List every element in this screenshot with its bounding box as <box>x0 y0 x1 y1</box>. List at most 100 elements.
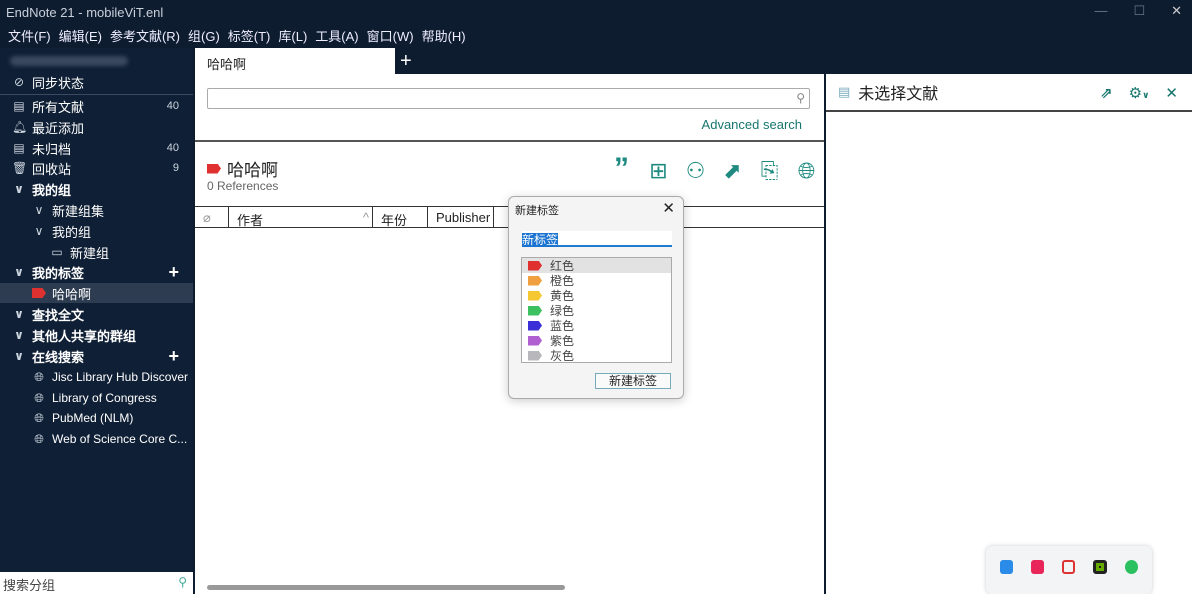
attachment-column-icon[interactable]: ⌀ <box>195 207 229 227</box>
column-year[interactable]: 年份 <box>373 207 428 228</box>
system-tray-popup <box>986 546 1152 594</box>
chevron-down-icon: ∨ <box>14 349 24 363</box>
menu-references[interactable]: 参考文献(R) <box>110 26 180 48</box>
sidebar-new-group[interactable]: ▭ 新建组 <box>0 242 193 262</box>
gear-icon[interactable]: ⚙∨ <box>1129 84 1150 102</box>
chevron-down-icon: ∨ <box>34 224 44 238</box>
share-user-icon[interactable]: ⚇ <box>682 158 709 184</box>
sync-icon: ⊘ <box>13 75 25 89</box>
close-icon[interactable]: ✕ <box>662 199 675 217</box>
reference-detail-panel: ▤ 未选择文献 ⇗ ⚙∨ ✕ <box>826 74 1192 594</box>
quick-search-input[interactable]: ⚲ <box>207 88 810 109</box>
tag-color-option[interactable]: 红色 <box>522 258 671 273</box>
search-icon: ⚲ <box>178 575 187 589</box>
chevron-down-icon: ∨ <box>14 307 24 321</box>
tag-color-option[interactable]: 黄色 <box>522 288 671 303</box>
sidebar: ⊘ 同步状态 ▤ 所有文献 40 🔔︎ 最近添加 ▤ 未归档 40 🗑︎ 回收站 9 ∨ 我的组 … <box>0 48 193 594</box>
sidebar-online-search[interactable]: ∨ 在线搜索 + <box>0 346 193 366</box>
globe-icon[interactable]: 🌐︎ <box>793 158 820 184</box>
tag-color-label: 灰色 <box>550 349 575 363</box>
wechat-tray-icon[interactable] <box>1124 560 1138 574</box>
menu-help[interactable]: 帮助(H) <box>422 26 466 48</box>
app-tray-icon[interactable] <box>1031 560 1045 574</box>
sidebar-my-groups[interactable]: ∨ 我的组 <box>0 179 193 199</box>
create-tag-button[interactable]: 新建标签 <box>595 373 671 389</box>
maximize-button[interactable]: ☐ <box>1133 3 1145 19</box>
reference-count: 0 References <box>207 179 279 193</box>
tag-icon <box>528 305 542 316</box>
advanced-search-link[interactable]: Advanced search <box>702 117 802 132</box>
nvidia-tray-icon[interactable] <box>1093 560 1107 574</box>
search-icon: ⚲ <box>796 91 805 105</box>
horizontal-scrollbar[interactable] <box>207 585 565 590</box>
tab-library[interactable]: 哈哈啊 <box>195 48 395 74</box>
online-db-item[interactable]: 🌐︎ Jisc Library Hub Discover <box>0 367 193 387</box>
insert-citation-icon[interactable]: ” <box>608 154 635 184</box>
add-tag-button[interactable]: + <box>168 262 179 283</box>
menu-tools[interactable]: 工具(A) <box>315 26 358 48</box>
app-tray-icon[interactable] <box>1062 560 1076 574</box>
clipboard-icon: ▤ <box>13 99 25 113</box>
tag-icon <box>32 288 46 298</box>
menu-window[interactable]: 窗口(W) <box>367 26 414 48</box>
new-tag-dialog: 新建标签 ✕ 新标签 红色 橙色 黄色 绿色 蓝色 紫色 灰色 新建标签 <box>508 196 684 399</box>
sidebar-my-group[interactable]: ∨ 我的组 <box>0 221 193 241</box>
clipboard-icon: ▤ <box>838 84 851 99</box>
sidebar-group-set[interactable]: ∨ 新建组集 <box>0 200 193 220</box>
sidebar-tag-item[interactable]: 哈哈啊 <box>0 283 193 303</box>
tag-icon <box>528 320 542 331</box>
close-button[interactable]: ✕ <box>1171 3 1182 19</box>
group-title: 哈哈啊 <box>207 156 278 181</box>
column-author[interactable]: 作者 ^ <box>229 207 373 228</box>
menu-file[interactable]: 文件(F) <box>8 26 51 48</box>
chevron-down-icon: ∨ <box>34 203 44 217</box>
add-online-search-button[interactable]: + <box>168 346 179 367</box>
menu-groups[interactable]: 组(G) <box>188 26 220 48</box>
sidebar-find-full-text[interactable]: ∨ 查找全文 <box>0 304 193 324</box>
tag-color-list[interactable]: 红色 橙色 黄色 绿色 蓝色 紫色 灰色 <box>521 257 672 363</box>
add-tab-button[interactable]: + <box>400 50 412 73</box>
tag-icon <box>528 335 542 346</box>
tag-icon <box>528 350 542 361</box>
globe-icon: 🌐︎ <box>34 410 44 425</box>
menu-tags[interactable]: 标签(T) <box>228 26 271 48</box>
open-external-icon[interactable]: ⇗ <box>1100 84 1113 102</box>
online-db-item[interactable]: 🌐︎ Library of Congress <box>0 388 193 408</box>
tag-color-option[interactable]: 绿色 <box>522 303 671 318</box>
app-tray-icon[interactable] <box>1000 560 1014 574</box>
tab-bar: 哈哈啊 + <box>195 48 824 74</box>
window-title: EndNote 21 - mobileViT.enl <box>6 5 164 20</box>
globe-icon: 🌐︎ <box>34 369 44 384</box>
new-reference-icon[interactable]: ⊞ <box>645 158 672 184</box>
sidebar-item-trash[interactable]: 🗑︎ 回收站 9 <box>0 158 193 178</box>
bell-icon: 🔔︎ <box>12 120 28 134</box>
tag-color-option[interactable]: 紫色 <box>522 333 671 348</box>
tag-icon <box>528 290 542 301</box>
find-pdf-icon[interactable]: ⎘ <box>756 158 783 184</box>
minimize-button[interactable]: — <box>1094 3 1107 19</box>
sidebar-sync-status[interactable]: ⊘ 同步状态 <box>0 72 193 92</box>
title-bar: EndNote 21 - mobileViT.enl — ☐ ✕ <box>0 0 1192 24</box>
sort-asc-icon: ^ <box>362 210 369 225</box>
export-arrow-icon[interactable]: ⬈ <box>719 158 746 184</box>
online-db-item[interactable]: 🌐︎ Web of Science Core C... <box>0 429 193 449</box>
account-blurred <box>10 56 128 66</box>
menu-library[interactable]: 库(L) <box>278 26 307 48</box>
tag-color-option[interactable]: 橙色 <box>522 273 671 288</box>
tag-color-option[interactable]: 蓝色 <box>522 318 671 333</box>
sidebar-item-recently-added[interactable]: 🔔︎ 最近添加 <box>0 117 193 137</box>
sidebar-my-tags[interactable]: ∨ 我的标签 + <box>0 262 193 282</box>
menu-edit[interactable]: 编辑(E) <box>59 26 102 48</box>
globe-icon: 🌐︎ <box>34 390 44 405</box>
sidebar-item-unfiled[interactable]: ▤ 未归档 40 <box>0 138 193 158</box>
tag-icon <box>207 163 221 174</box>
trash-icon: 🗑︎ <box>12 161 28 175</box>
sidebar-item-all-references[interactable]: ▤ 所有文献 40 <box>0 96 193 116</box>
sidebar-shared-groups[interactable]: ∨ 其他人共享的群组 <box>0 325 193 345</box>
close-icon[interactable]: ✕ <box>1165 84 1178 102</box>
online-db-item[interactable]: 🌐︎ PubMed (NLM) <box>0 408 193 428</box>
tag-name-input[interactable]: 新标签 <box>522 231 672 247</box>
column-publisher[interactable]: Publisher <box>428 207 494 227</box>
group-search-input[interactable]: 搜索分组 ⚲ <box>0 572 193 594</box>
tag-color-option[interactable]: 灰色 <box>522 348 671 363</box>
